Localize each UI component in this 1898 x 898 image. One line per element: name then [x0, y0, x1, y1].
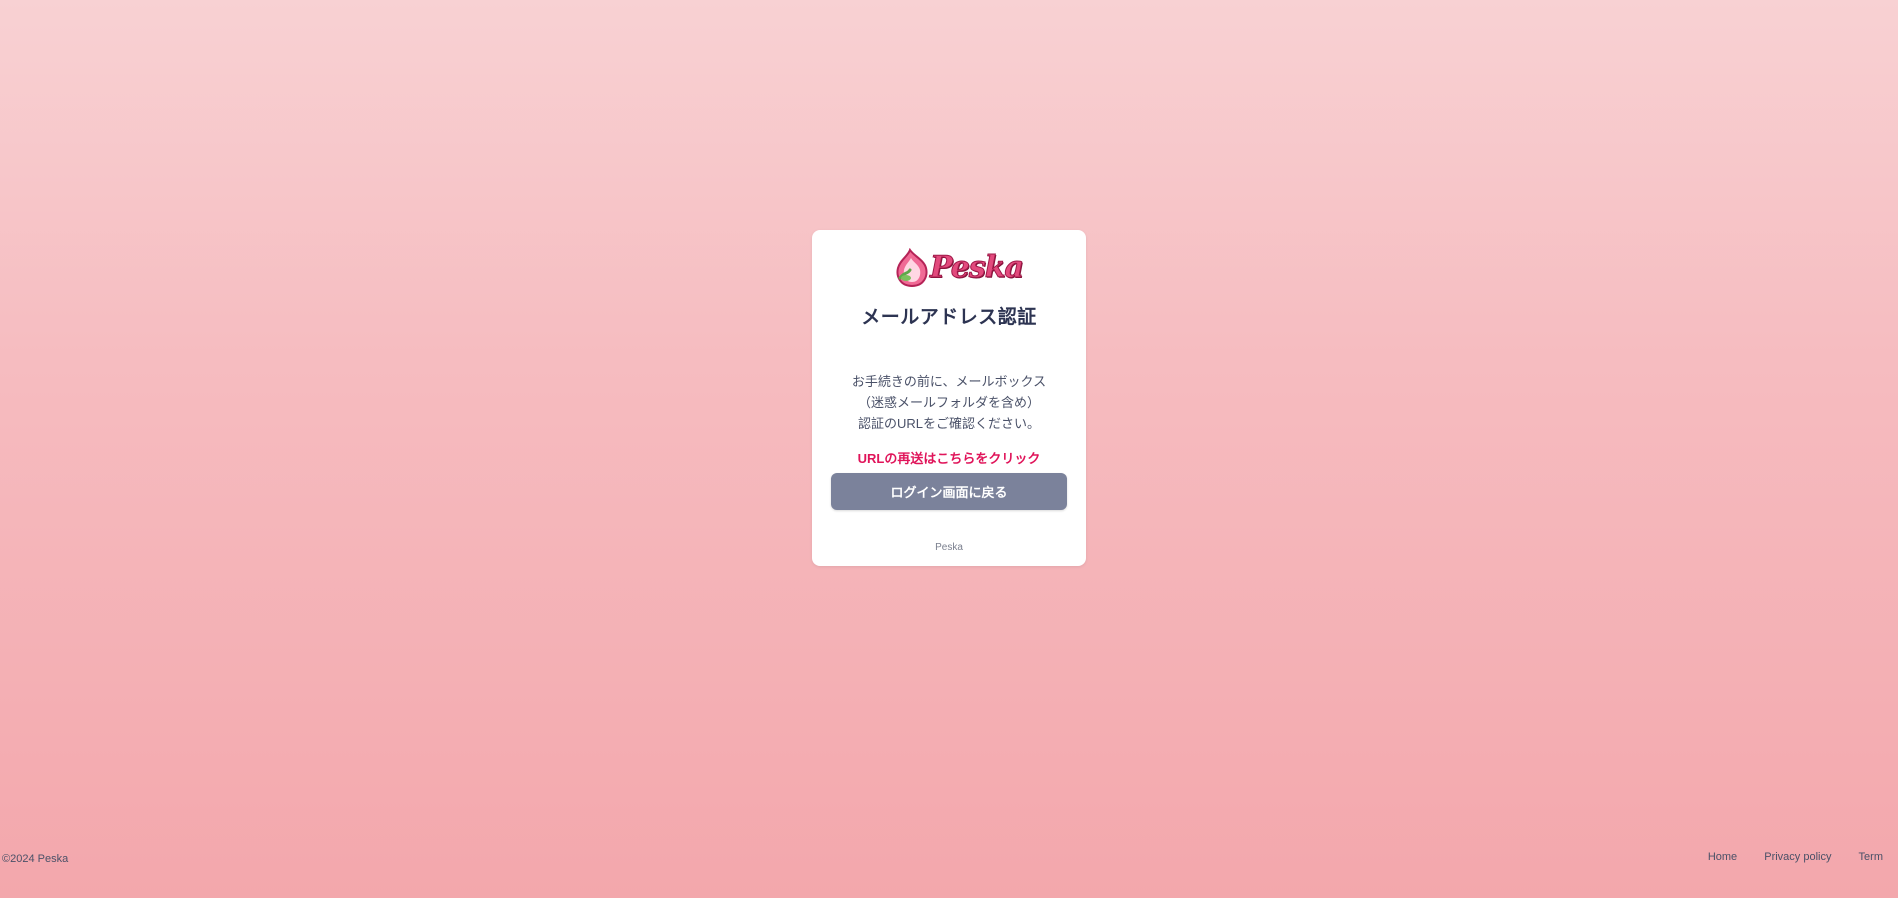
- footer-link-term[interactable]: Term: [1859, 851, 1883, 863]
- footer-nav: Home Privacy policy Term: [1684, 851, 1883, 863]
- message-line: （迷惑メールフォルダを含め）: [857, 395, 1040, 410]
- footer-link-home[interactable]: Home: [1708, 851, 1737, 863]
- instruction-message: お手続きの前に、メールボックス （迷惑メールフォルダを含め） 認証のURLをご確…: [812, 371, 1086, 434]
- page-title: メールアドレス認証: [861, 307, 1037, 328]
- back-to-login-button[interactable]: ログイン画面に戻る: [831, 473, 1067, 510]
- peska-logo: Peska: [894, 248, 1024, 290]
- logo-wordmark: Peska: [930, 250, 1025, 286]
- peach-icon: [896, 248, 928, 288]
- copyright-text: ©2024 Peska: [2, 853, 69, 865]
- message-line: お手続きの前に、メールボックス: [851, 374, 1047, 389]
- card-footer-brand: Peska: [935, 542, 963, 553]
- message-line: 認証のURLをご確認ください。: [857, 416, 1040, 431]
- resend-url-link[interactable]: URLの再送はこちらをクリック: [812, 448, 1086, 467]
- verification-card: Peska メールアドレス認証 お手続きの前に、メールボックス （迷惑メールフォ…: [812, 230, 1086, 566]
- footer-link-privacy-policy[interactable]: Privacy policy: [1764, 851, 1831, 863]
